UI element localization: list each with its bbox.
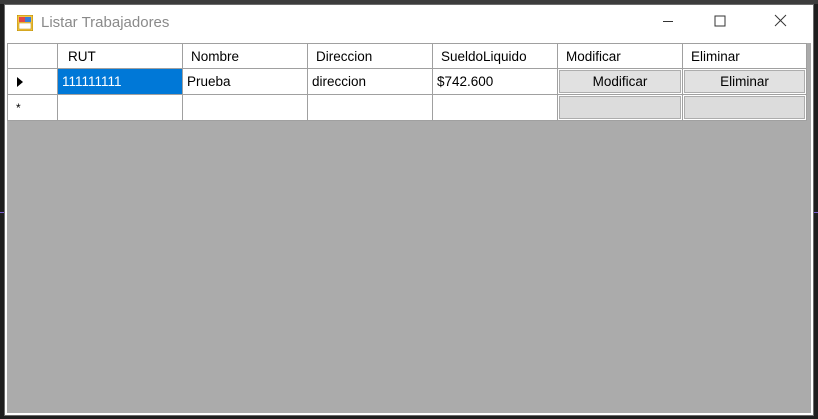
corner-header-cell[interactable] bbox=[7, 43, 58, 69]
cell-rut-value: 111111111 bbox=[62, 74, 122, 89]
new-cell-sueldo[interactable] bbox=[432, 94, 558, 121]
new-cell-direccion[interactable] bbox=[307, 94, 433, 121]
maximize-button[interactable] bbox=[697, 5, 743, 41]
cell-direccion[interactable]: direccion bbox=[307, 68, 433, 95]
table-row: 111111111 Prueba direccion $742.600 Modi… bbox=[7, 68, 807, 95]
maximize-icon bbox=[714, 14, 726, 32]
new-row-eliminar-button[interactable] bbox=[684, 96, 805, 119]
row-header-current[interactable] bbox=[7, 68, 58, 95]
title-bar[interactable]: Listar Trabajadores bbox=[5, 5, 813, 41]
cell-eliminar: Eliminar bbox=[682, 68, 807, 95]
column-header-label: RUT bbox=[68, 48, 96, 64]
listar-trabajadores-window: Listar Trabajadores RUT Nombre Direccion bbox=[4, 4, 814, 416]
column-header-label: Direccion bbox=[316, 48, 373, 64]
close-icon bbox=[774, 14, 787, 32]
cell-direccion-value: direccion bbox=[312, 74, 367, 89]
column-header-eliminar[interactable]: Eliminar bbox=[682, 43, 807, 69]
column-header-sueldo[interactable]: SueldoLiquido bbox=[432, 43, 558, 69]
close-button[interactable] bbox=[757, 5, 803, 41]
minimize-icon bbox=[662, 14, 674, 32]
datagridview[interactable]: RUT Nombre Direccion SueldoLiquido Modif… bbox=[7, 43, 811, 413]
cell-modificar: Modificar bbox=[557, 68, 683, 95]
column-header-direccion[interactable]: Direccion bbox=[307, 43, 433, 69]
column-header-label: Nombre bbox=[191, 48, 240, 64]
winforms-app-icon bbox=[16, 14, 34, 32]
new-cell-rut[interactable] bbox=[57, 94, 183, 121]
column-header-label: SueldoLiquido bbox=[441, 48, 527, 64]
header-row: RUT Nombre Direccion SueldoLiquido Modif… bbox=[7, 43, 807, 69]
new-cell-modificar bbox=[557, 94, 683, 121]
column-header-rut[interactable]: RUT bbox=[57, 43, 183, 69]
cell-nombre[interactable]: Prueba bbox=[182, 68, 308, 95]
eliminar-button[interactable]: Eliminar bbox=[684, 70, 805, 93]
column-header-nombre[interactable]: Nombre bbox=[182, 43, 308, 69]
new-row-star-icon: * bbox=[16, 101, 21, 115]
trabajadores-table: RUT Nombre Direccion SueldoLiquido Modif… bbox=[7, 43, 807, 121]
column-header-label: Modificar bbox=[566, 48, 621, 64]
cell-rut[interactable]: 111111111 bbox=[57, 68, 183, 95]
cell-sueldo-value: $742.600 bbox=[437, 74, 494, 89]
column-header-label: Eliminar bbox=[691, 48, 740, 64]
new-cell-eliminar bbox=[682, 94, 807, 121]
new-row: * bbox=[7, 94, 807, 121]
row-header-new[interactable]: * bbox=[7, 94, 58, 121]
new-row-modificar-button[interactable] bbox=[559, 96, 681, 119]
modificar-button[interactable]: Modificar bbox=[559, 70, 681, 93]
current-row-arrow-icon bbox=[17, 77, 23, 87]
column-header-modificar[interactable]: Modificar bbox=[557, 43, 683, 69]
new-cell-nombre[interactable] bbox=[182, 94, 308, 121]
cell-nombre-value: Prueba bbox=[187, 74, 231, 89]
window-title: Listar Trabajadores bbox=[41, 14, 170, 31]
minimize-button[interactable] bbox=[645, 5, 691, 41]
cell-sueldo[interactable]: $742.600 bbox=[432, 68, 558, 95]
